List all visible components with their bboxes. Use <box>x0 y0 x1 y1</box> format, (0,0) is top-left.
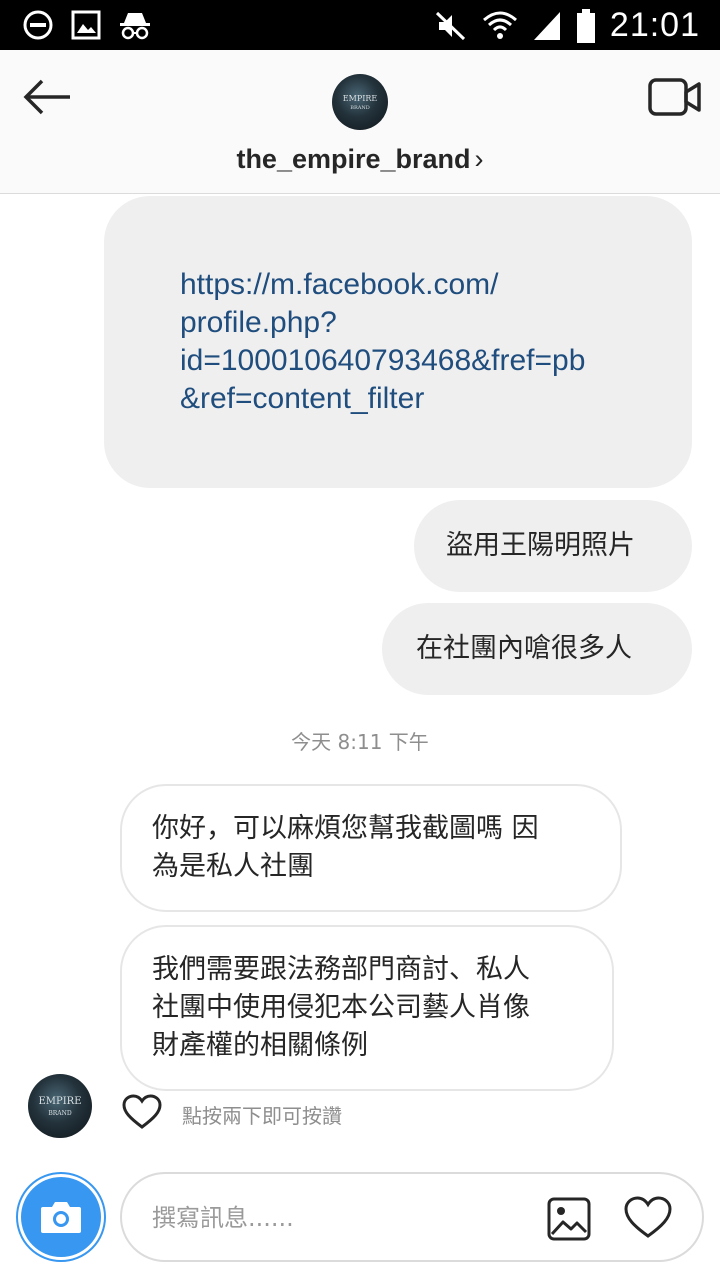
camera-button-fill <box>21 1177 101 1257</box>
video-call-button[interactable] <box>648 76 702 118</box>
back-arrow-icon <box>23 79 70 115</box>
message-text: 我們需要跟法務部門商討、私人 社團中使用侵犯本公司藝人肖像 財產權的相關條例 <box>152 951 530 1065</box>
chat-header: EMPIRE BRAND the_empire_brand › <box>0 50 720 194</box>
avatar-logo-text: EMPIRE <box>38 1096 82 1107</box>
avatar-logo-subtext: BRAND <box>350 105 370 111</box>
back-button[interactable] <box>18 74 78 120</box>
username-label: the_empire_brand <box>236 144 471 174</box>
link-line: profile.php? <box>180 306 337 339</box>
message-timestamp: 今天 8:11 下午 <box>291 730 429 754</box>
status-time: 21:01 <box>609 6 700 44</box>
avatar-logo-subtext: BRAND <box>48 1110 72 1117</box>
wifi-icon <box>482 10 518 42</box>
link-line: &ref=content_filter <box>180 382 425 415</box>
link-line: id=100010640793468&fref=pb <box>180 344 586 377</box>
message-bubble-link[interactable]: https://m.facebook.com/ profile.php? id=… <box>104 196 692 488</box>
incognito-icon <box>118 9 152 41</box>
message-line: 我們需要跟法務部門商討、私人 <box>152 954 530 985</box>
avatar-logo-text: EMPIRE <box>342 94 378 103</box>
like-row: 點按兩下即可按讚 <box>122 1094 342 1134</box>
message-text: 你好，可以麻煩您幫我截圖嗎 因 為是私人社團 <box>152 810 539 886</box>
signal-icon <box>532 10 562 42</box>
camera-button[interactable] <box>16 1172 106 1262</box>
message-text: 盜用王陽明照片 <box>446 530 635 561</box>
gallery-icon <box>547 1197 591 1241</box>
message-link[interactable]: https://m.facebook.com/ profile.php? id=… <box>180 266 650 418</box>
like-button[interactable] <box>122 1094 162 1134</box>
status-bar-left-icons <box>22 9 152 41</box>
message-line: 社團中使用侵犯本公司藝人肖像 <box>152 992 530 1023</box>
heart-icon <box>122 1094 162 1129</box>
message-line: 你好，可以麻煩您幫我截圖嗎 因 <box>152 813 539 844</box>
send-like-button[interactable] <box>624 1196 672 1244</box>
header-avatar[interactable]: EMPIRE BRAND <box>332 74 388 130</box>
message-bubble-outgoing[interactable]: 在社團內嗆很多人 <box>382 603 692 695</box>
gallery-notification-icon <box>70 9 102 41</box>
heart-icon <box>624 1196 672 1238</box>
chevron-right-icon: › <box>474 144 484 174</box>
message-input[interactable] <box>152 1196 532 1240</box>
message-bubble-incoming[interactable]: 我們需要跟法務部門商討、私人 社團中使用侵犯本公司藝人肖像 財產權的相關條例 <box>120 925 614 1091</box>
header-username[interactable]: the_empire_brand › <box>0 144 720 175</box>
gallery-button[interactable] <box>546 1196 592 1246</box>
status-bar-right-icons: 21:01 <box>434 6 700 45</box>
message-line: 財產權的相關條例 <box>152 1030 368 1061</box>
link-line: https://m.facebook.com/ <box>180 268 499 301</box>
like-hint-text: 點按兩下即可按讚 <box>182 1103 342 1128</box>
battery-icon <box>576 8 596 43</box>
mute-icon <box>434 10 468 42</box>
message-text: 在社團內嗆很多人 <box>416 633 632 664</box>
message-bubble-outgoing[interactable]: 盜用王陽明照片 <box>414 500 692 592</box>
sender-avatar[interactable]: EMPIRE BRAND <box>28 1074 92 1138</box>
message-bubble-incoming[interactable]: 你好，可以麻煩您幫我截圖嗎 因 為是私人社團 <box>120 784 622 912</box>
dnd-icon <box>22 9 54 41</box>
video-call-icon <box>648 78 701 116</box>
message-line: 為是私人社團 <box>152 851 314 882</box>
status-bar: 21:01 <box>0 0 720 50</box>
camera-icon <box>41 1202 81 1233</box>
message-composer <box>120 1172 704 1262</box>
